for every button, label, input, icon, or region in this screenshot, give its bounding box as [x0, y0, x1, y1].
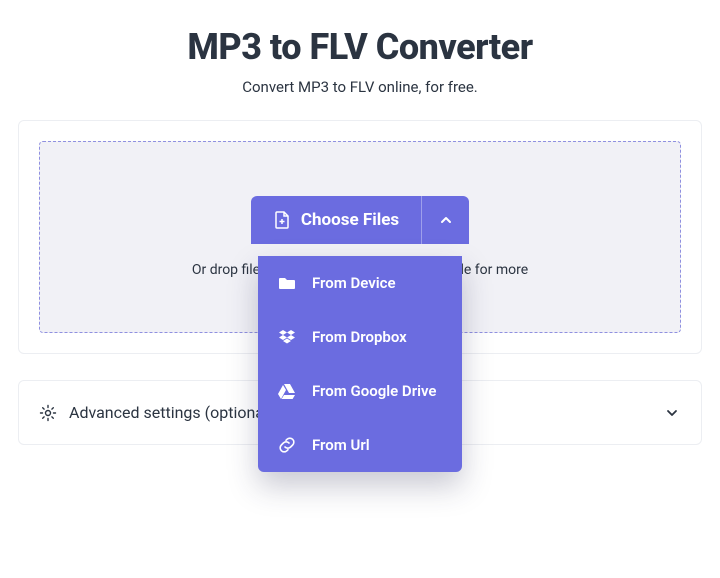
choose-files-row: Choose Files [251, 196, 469, 244]
choose-files-label: Choose Files [301, 210, 399, 230]
choose-files-button[interactable]: Choose Files [251, 196, 421, 244]
menu-item-label: From Dropbox [312, 328, 407, 346]
upload-source-menu: From Device From Dropbox From Google Dri… [258, 256, 462, 472]
gear-icon [39, 404, 57, 422]
google-drive-icon [278, 382, 296, 400]
chevron-up-icon [437, 211, 455, 229]
menu-item-label: From Url [312, 436, 370, 454]
page-title: MP3 to FLV Converter [0, 26, 720, 68]
folder-icon [278, 274, 296, 292]
menu-item-from-google-drive[interactable]: From Google Drive [258, 364, 462, 418]
menu-item-label: From Google Drive [312, 382, 436, 400]
chevron-down-icon [663, 404, 681, 422]
menu-item-from-dropbox[interactable]: From Dropbox [258, 310, 462, 364]
dropbox-icon [278, 328, 296, 346]
file-add-icon [273, 211, 291, 229]
menu-item-from-device[interactable]: From Device [258, 256, 462, 310]
menu-item-from-url[interactable]: From Url [258, 418, 462, 472]
page-subtitle: Convert MP3 to FLV online, for free. [0, 78, 720, 96]
choose-files-dropdown-toggle[interactable] [421, 196, 469, 244]
menu-item-label: From Device [312, 274, 396, 292]
advanced-settings-label: Advanced settings (optional) [69, 403, 273, 422]
link-icon [278, 436, 296, 454]
